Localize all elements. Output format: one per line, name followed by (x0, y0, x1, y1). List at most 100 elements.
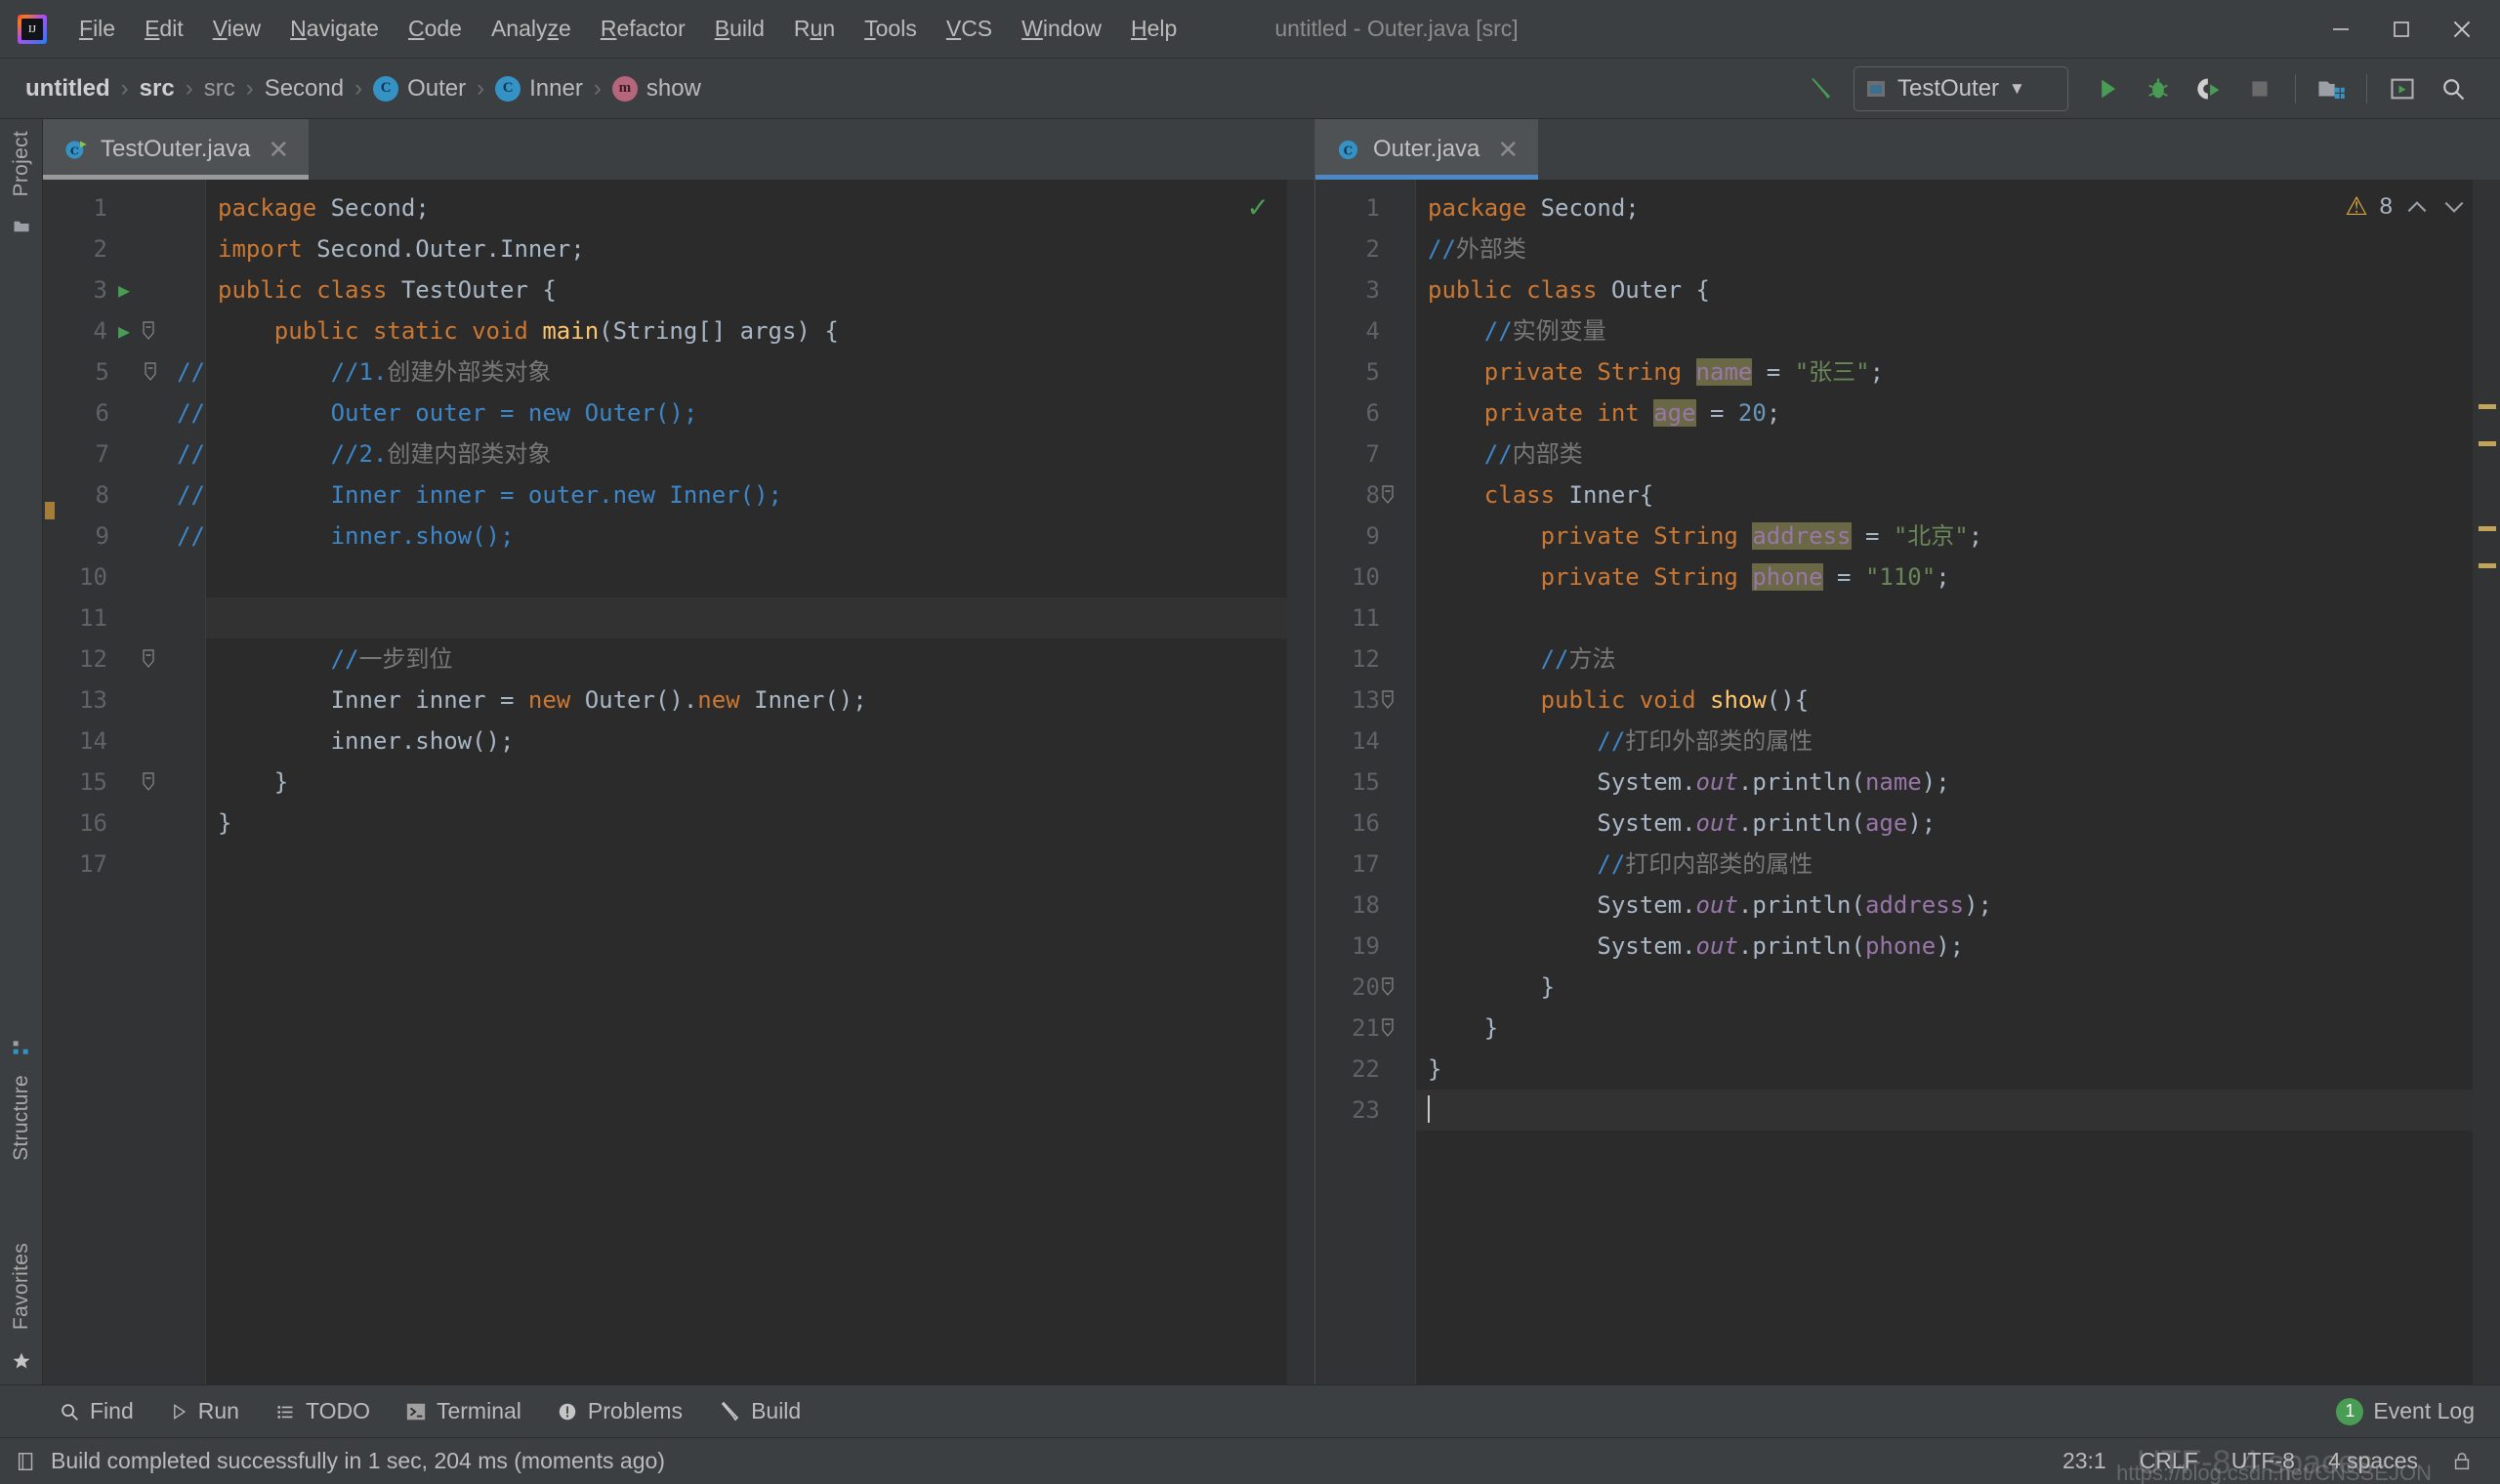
breadcrumb-item-untitled[interactable]: untitled (21, 73, 114, 104)
gutter-line[interactable]: 8 // (57, 474, 205, 515)
code-line[interactable]: inner.show(); (206, 721, 1287, 762)
fold-marker-icon[interactable] (141, 320, 176, 342)
code-line[interactable]: public class Outer { (1416, 269, 2473, 310)
minimize-button[interactable] (2311, 1, 2371, 58)
scrollbar-right[interactable] (2473, 180, 2500, 1384)
event-log-button[interactable]: 1 Event Log (2336, 1397, 2500, 1425)
code-line[interactable]: import Second.Outer.Inner; (206, 228, 1287, 269)
structure-icon[interactable] (12, 1038, 31, 1057)
gutter-line[interactable]: 4 (1329, 310, 1415, 351)
code-line[interactable]: Inner inner = outer.new Inner(); (206, 474, 1287, 515)
search-everywhere-button[interactable] (2428, 65, 2479, 112)
code-editor-left[interactable]: 1 2 3 ▶ 4 ▶ 5//6//7//8//9//10 11 12 13 14 15 16 17 pa… (43, 180, 1314, 1384)
gutter-line[interactable]: 1 (57, 187, 205, 228)
bottom-item-build[interactable]: Build (702, 1392, 816, 1430)
menu-item-tools[interactable]: Tools (850, 10, 932, 48)
gutter-line[interactable]: 7 // (57, 433, 205, 474)
tab-close-icon[interactable]: ✕ (1497, 137, 1519, 162)
menu-item-build[interactable]: Build (700, 10, 779, 48)
inspection-status-ok-icon[interactable]: ✓ (1247, 191, 1270, 224)
menu-item-view[interactable]: View (198, 10, 275, 48)
code-line[interactable] (1416, 598, 2473, 639)
gutter-line[interactable]: 13 (57, 680, 205, 721)
tab-outer-java[interactable]: C Outer.java ✕ (1315, 119, 1539, 180)
gutter-line[interactable]: 7 (1329, 433, 1415, 474)
menu-item-window[interactable]: Window (1007, 10, 1116, 48)
menu-item-navigate[interactable]: Navigate (275, 10, 394, 48)
project-folder-icon[interactable] (12, 218, 31, 235)
bottom-item-terminal[interactable]: Terminal (390, 1392, 537, 1430)
code-content-left[interactable]: package Second; import Second.Outer.Inner… (205, 180, 1287, 1384)
caret-position-widget[interactable]: 23:1 (2062, 1448, 2106, 1474)
run-line-marker-icon[interactable]: ▶ (107, 310, 141, 351)
layout-button[interactable] (2377, 65, 2428, 112)
gutter-line[interactable]: 3 ▶ (57, 269, 205, 310)
gutter-line[interactable]: 16 (1329, 803, 1415, 844)
code-line[interactable]: System.out.println(age); (1416, 803, 2473, 844)
code-line[interactable]: Outer outer = new Outer(); (206, 392, 1287, 433)
code-line[interactable]: public class TestOuter { (206, 269, 1287, 310)
build-project-button[interactable] (1795, 65, 1846, 112)
gutter-line[interactable]: 15 (57, 762, 205, 803)
line-separator-widget[interactable]: CRLF (2140, 1448, 2198, 1474)
gutter-line[interactable]: 16 (57, 803, 205, 844)
code-line[interactable]: System.out.println(address); (1416, 885, 2473, 926)
menu-item-run[interactable]: Run (779, 10, 850, 48)
close-button[interactable] (2432, 1, 2492, 58)
fold-marker-icon[interactable] (141, 771, 176, 793)
run-with-coverage-button[interactable] (2184, 65, 2234, 112)
code-line[interactable]: public static void main(String[] args) { (206, 310, 1287, 351)
code-line[interactable]: inner.show(); (206, 515, 1287, 556)
fold-marker-icon[interactable] (1380, 1017, 1415, 1039)
code-line[interactable]: //方法 (1416, 639, 2473, 680)
gutter-line[interactable]: 17 (1329, 844, 1415, 885)
breadcrumb-item-second[interactable]: Second (261, 73, 348, 104)
fold-marker-icon[interactable] (1380, 689, 1415, 711)
code-line[interactable]: //打印外部类的属性 (1416, 721, 2473, 762)
fold-marker-icon[interactable] (1380, 976, 1415, 998)
sidebar-item-project[interactable]: Project (10, 119, 33, 208)
breadcrumb-item-src[interactable]: src (136, 73, 179, 104)
gutter-line[interactable]: 2 (1329, 228, 1415, 269)
menu-item-refactor[interactable]: Refactor (586, 10, 700, 48)
code-line[interactable]: //1.创建外部类对象 (206, 351, 1287, 392)
breadcrumb-item-outer[interactable]: C Outer (369, 73, 470, 104)
gutter-line[interactable]: 4 ▶ (57, 310, 205, 351)
code-line[interactable] (206, 556, 1287, 598)
code-line[interactable]: //打印内部类的属性 (1416, 844, 2473, 885)
gutter-line[interactable]: 15 (1329, 762, 1415, 803)
gutter-line[interactable]: 11 (57, 598, 205, 639)
gutter-left[interactable]: 1 2 3 ▶ 4 ▶ 5//6//7//8//9//10 11 12 13 14 15 16 17 (57, 180, 205, 1384)
bottom-item-todo[interactable]: TODO (259, 1392, 386, 1430)
run-line-marker-icon[interactable]: ▶ (107, 269, 141, 310)
code-line[interactable]: } (1416, 967, 2473, 1008)
breadcrumb-item-inner[interactable]: C Inner (491, 73, 587, 104)
gutter-line[interactable]: 9 // (57, 515, 205, 556)
breadcrumb-item-src[interactable]: src (200, 73, 239, 104)
read-only-toggle-icon[interactable] (2451, 1451, 2473, 1472)
code-line[interactable]: //内部类 (1416, 433, 2473, 474)
debug-button[interactable] (2133, 65, 2184, 112)
gutter-line[interactable]: 9 (1329, 515, 1415, 556)
code-line[interactable] (206, 598, 1287, 639)
fold-marker-icon[interactable] (141, 648, 176, 670)
stop-button[interactable] (2234, 65, 2285, 112)
code-line[interactable]: Inner inner = new Outer().new Inner(); (206, 680, 1287, 721)
code-line[interactable]: //外部类 (1416, 228, 2473, 269)
code-line[interactable]: //2.创建内部类对象 (206, 433, 1287, 474)
code-line[interactable]: package Second; (1416, 187, 2473, 228)
gutter-line[interactable]: 21 (1329, 1008, 1415, 1049)
code-line[interactable]: private int age = 20; (1416, 392, 2473, 433)
gutter-line[interactable]: 20 (1329, 967, 1415, 1008)
menu-item-code[interactable]: Code (394, 10, 477, 48)
project-structure-button[interactable] (2306, 65, 2356, 112)
sidebar-item-structure[interactable]: Structure (10, 1063, 33, 1173)
gutter-line[interactable]: 2 (57, 228, 205, 269)
gutter-line[interactable]: 13 (1329, 680, 1415, 721)
tab-testouter-java[interactable]: C TestOuter.java ✕ (43, 119, 310, 180)
gutter-line[interactable]: 5 (1329, 351, 1415, 392)
gutter-line[interactable]: 12 (1329, 639, 1415, 680)
code-line[interactable]: } (206, 762, 1287, 803)
next-problem-icon[interactable] (2441, 198, 2467, 216)
fold-marker-icon[interactable] (143, 361, 178, 383)
